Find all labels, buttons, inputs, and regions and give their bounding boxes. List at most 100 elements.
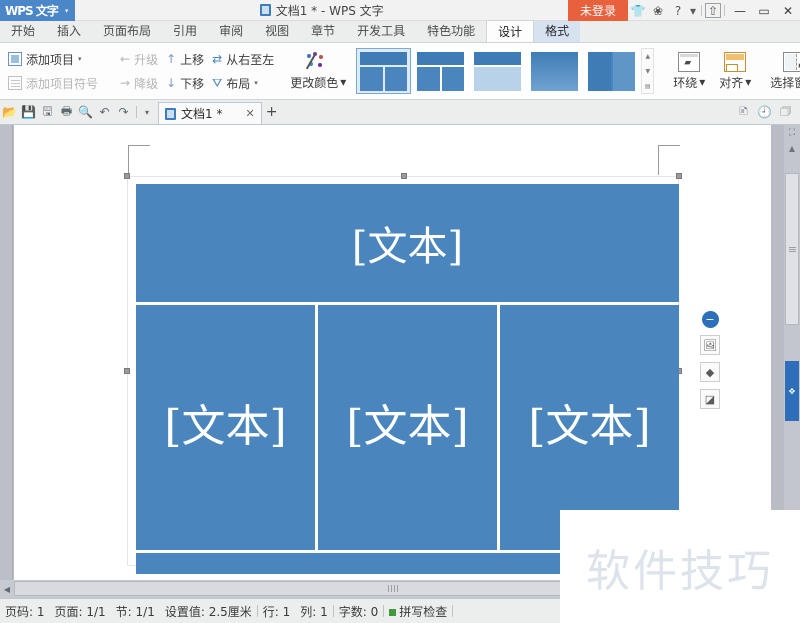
wechat-icon[interactable]: ❀ (648, 0, 668, 21)
tab-yinyong[interactable]: 引用 (162, 21, 208, 42)
thumb-children (360, 67, 408, 91)
document-tab-1[interactable]: 文档1 * ✕ (158, 102, 262, 124)
tab-sheji[interactable]: 设计 (486, 20, 535, 42)
chevron-down-icon[interactable]: ▾ (78, 55, 82, 63)
move-down-button[interactable]: ↓ 下移 (162, 72, 208, 94)
quick-access-right-group: 🗈 🕘 🗇 (734, 103, 800, 122)
layout-style-1[interactable] (356, 48, 412, 94)
smartart-top-node[interactable]: [文本] (136, 184, 679, 302)
tab-charu[interactable]: 插入 (46, 21, 92, 42)
layout-style-4[interactable] (527, 48, 583, 94)
move-up-button[interactable]: ↑ 上移 (162, 48, 208, 70)
resize-handle-top-center[interactable] (401, 173, 407, 179)
align-button[interactable]: 对齐 ▾ (712, 46, 758, 96)
compare-icon[interactable]: 🗈 (734, 103, 753, 122)
chevron-down-icon[interactable]: ▾ (65, 7, 69, 15)
align-icon (724, 51, 747, 72)
minimize-button[interactable]: — (728, 0, 752, 21)
tab-kaishi[interactable]: 开始 (0, 21, 46, 42)
tab-tesegongneng[interactable]: 特色功能 (416, 21, 486, 42)
layout-style-2[interactable] (413, 48, 469, 94)
quick-access-toolbar: 📂 💾 🖫 🖶 🔍 ↶ ↷ ▾ 文档1 * ✕ + 🗈 🕘 🗇 (0, 100, 800, 125)
thumb-children (417, 67, 465, 91)
smartart-graphic[interactable]: [文本] [文本] [文本] [文本] (136, 184, 679, 574)
left-panel-band (0, 125, 13, 598)
close-icon[interactable]: ✕ (245, 107, 254, 120)
history-icon[interactable]: 🕘 (755, 103, 774, 122)
selection-pane-label: 选择窗格 (770, 75, 800, 90)
wrap-text-icon (678, 51, 701, 72)
print-icon[interactable]: 🖶 (57, 103, 76, 122)
add-item-button[interactable]: 添加项目 ▾ (4, 48, 102, 70)
backup-icon[interactable]: 🗇 (776, 103, 795, 122)
layout-style-5[interactable] (584, 48, 640, 94)
tab-yemianbuju[interactable]: 页面布局 (92, 21, 162, 42)
chevron-down-icon[interactable]: ▾ (745, 75, 751, 89)
status-col: 列: 1 (300, 604, 328, 619)
edit-shape-icon[interactable]: ◪ (700, 389, 720, 409)
app-home-tab[interactable]: WPS 文字 ▾ (0, 0, 76, 21)
tab-shenyue[interactable]: 审阅 (208, 21, 254, 42)
gallery-more-icon[interactable]: ▤ (642, 79, 653, 93)
chevron-down-icon[interactable]: ▾ (699, 75, 705, 89)
add-bullet-button[interactable]: 添加项目符号 (4, 72, 102, 94)
tab-kaifagongju[interactable]: 开发工具 (346, 21, 416, 42)
wrap-text-icon[interactable]: 🖼 (700, 335, 720, 355)
login-status-button[interactable]: 未登录 (567, 0, 628, 21)
resize-handle-top-left[interactable] (124, 173, 130, 179)
new-tab-button[interactable]: + (262, 101, 282, 123)
redo-icon[interactable]: ↷ (114, 103, 133, 122)
smartart-child-node-2[interactable]: [文本] (318, 305, 497, 550)
scroll-left-arrow-icon[interactable]: ◀ (0, 580, 14, 598)
scroll-up-arrow-icon[interactable]: ▲ (784, 140, 800, 156)
tab-zhangjie[interactable]: 章节 (300, 21, 346, 42)
help-icon[interactable]: ? (668, 0, 688, 21)
tab-geshi[interactable]: 格式 (534, 21, 581, 42)
layout-style-3[interactable] (470, 48, 526, 94)
print-preview-icon[interactable]: 🔍 (76, 103, 95, 122)
thumb-body (474, 67, 522, 91)
maximize-button[interactable]: ▭ (752, 0, 776, 21)
chevron-down-icon[interactable]: ▾ (254, 79, 258, 87)
change-colors-button[interactable]: 更改颜色 ▾ (290, 46, 346, 96)
arrow-up-icon: ↑ (166, 52, 177, 66)
undo-icon[interactable]: ↶ (95, 103, 114, 122)
title-bar-right: 未登录 👕 ❀ ? ▾ ⇧ — ▭ ✕ (567, 0, 800, 21)
ribbon-group-change-colors: 更改颜色 ▾ (288, 43, 348, 99)
page-navigation-indicator[interactable]: ✥ (785, 361, 799, 421)
promote-button[interactable]: ← 升级 (116, 48, 162, 70)
status-word-count: 字数: 0 (338, 604, 379, 619)
rtl-label: 从右至左 (226, 52, 275, 67)
smartart-child-node-1[interactable]: [文本] (136, 305, 315, 550)
save-icon[interactable]: 💾 (19, 103, 38, 122)
gallery-scroll-up-icon[interactable]: ▲ (642, 49, 653, 63)
move-up-label: 上移 (180, 52, 205, 67)
thumb-top-node (417, 52, 465, 65)
save-as-icon[interactable]: 🖫 (38, 103, 57, 122)
wps-writer-window: WPS 文字 ▾ 文档1 * - WPS 文字 未登录 👕 ❀ ? ▾ ⇧ — … (0, 0, 800, 623)
chevron-down-icon[interactable]: ▾ (340, 75, 346, 89)
right-to-left-button[interactable]: ⇄ 从右至左 (208, 48, 278, 70)
customize-caret-icon[interactable]: ▾ (140, 103, 154, 122)
split-window-icon[interactable]: ⛶ (784, 125, 800, 140)
resize-handle-top-right[interactable] (676, 173, 682, 179)
status-spellcheck[interactable]: 拼写检查 (384, 603, 452, 620)
gallery-scroll-controls[interactable]: ▲ ▼ ▤ (641, 48, 655, 94)
thumb-top-node (360, 52, 408, 65)
tab-shitu[interactable]: 视图 (254, 21, 300, 42)
watermark-overlay: 软件技巧 (560, 510, 800, 623)
selection-pane-button[interactable]: 选择窗格 (765, 46, 800, 96)
demote-button[interactable]: → 降级 (116, 72, 162, 94)
close-button[interactable]: ✕ (776, 0, 800, 21)
wrap-text-button[interactable]: 环绕 ▾ (666, 46, 712, 96)
gallery-scroll-down-icon[interactable]: ▼ (642, 64, 653, 78)
help-caret-icon[interactable]: ▾ (688, 0, 698, 21)
shirt-icon[interactable]: 👕 (628, 0, 648, 21)
vertical-scrollbar-thumb[interactable] (785, 173, 799, 325)
open-icon[interactable]: 📂 (0, 103, 19, 122)
layout-options-icon[interactable]: − (701, 311, 719, 328)
shape-fill-icon[interactable]: ◆ (700, 362, 720, 382)
resize-handle-middle-left[interactable] (124, 368, 130, 374)
share-upload-icon[interactable]: ⇧ (705, 3, 721, 18)
layout-button[interactable]: ⛛ 布局 ▾ (208, 72, 278, 94)
